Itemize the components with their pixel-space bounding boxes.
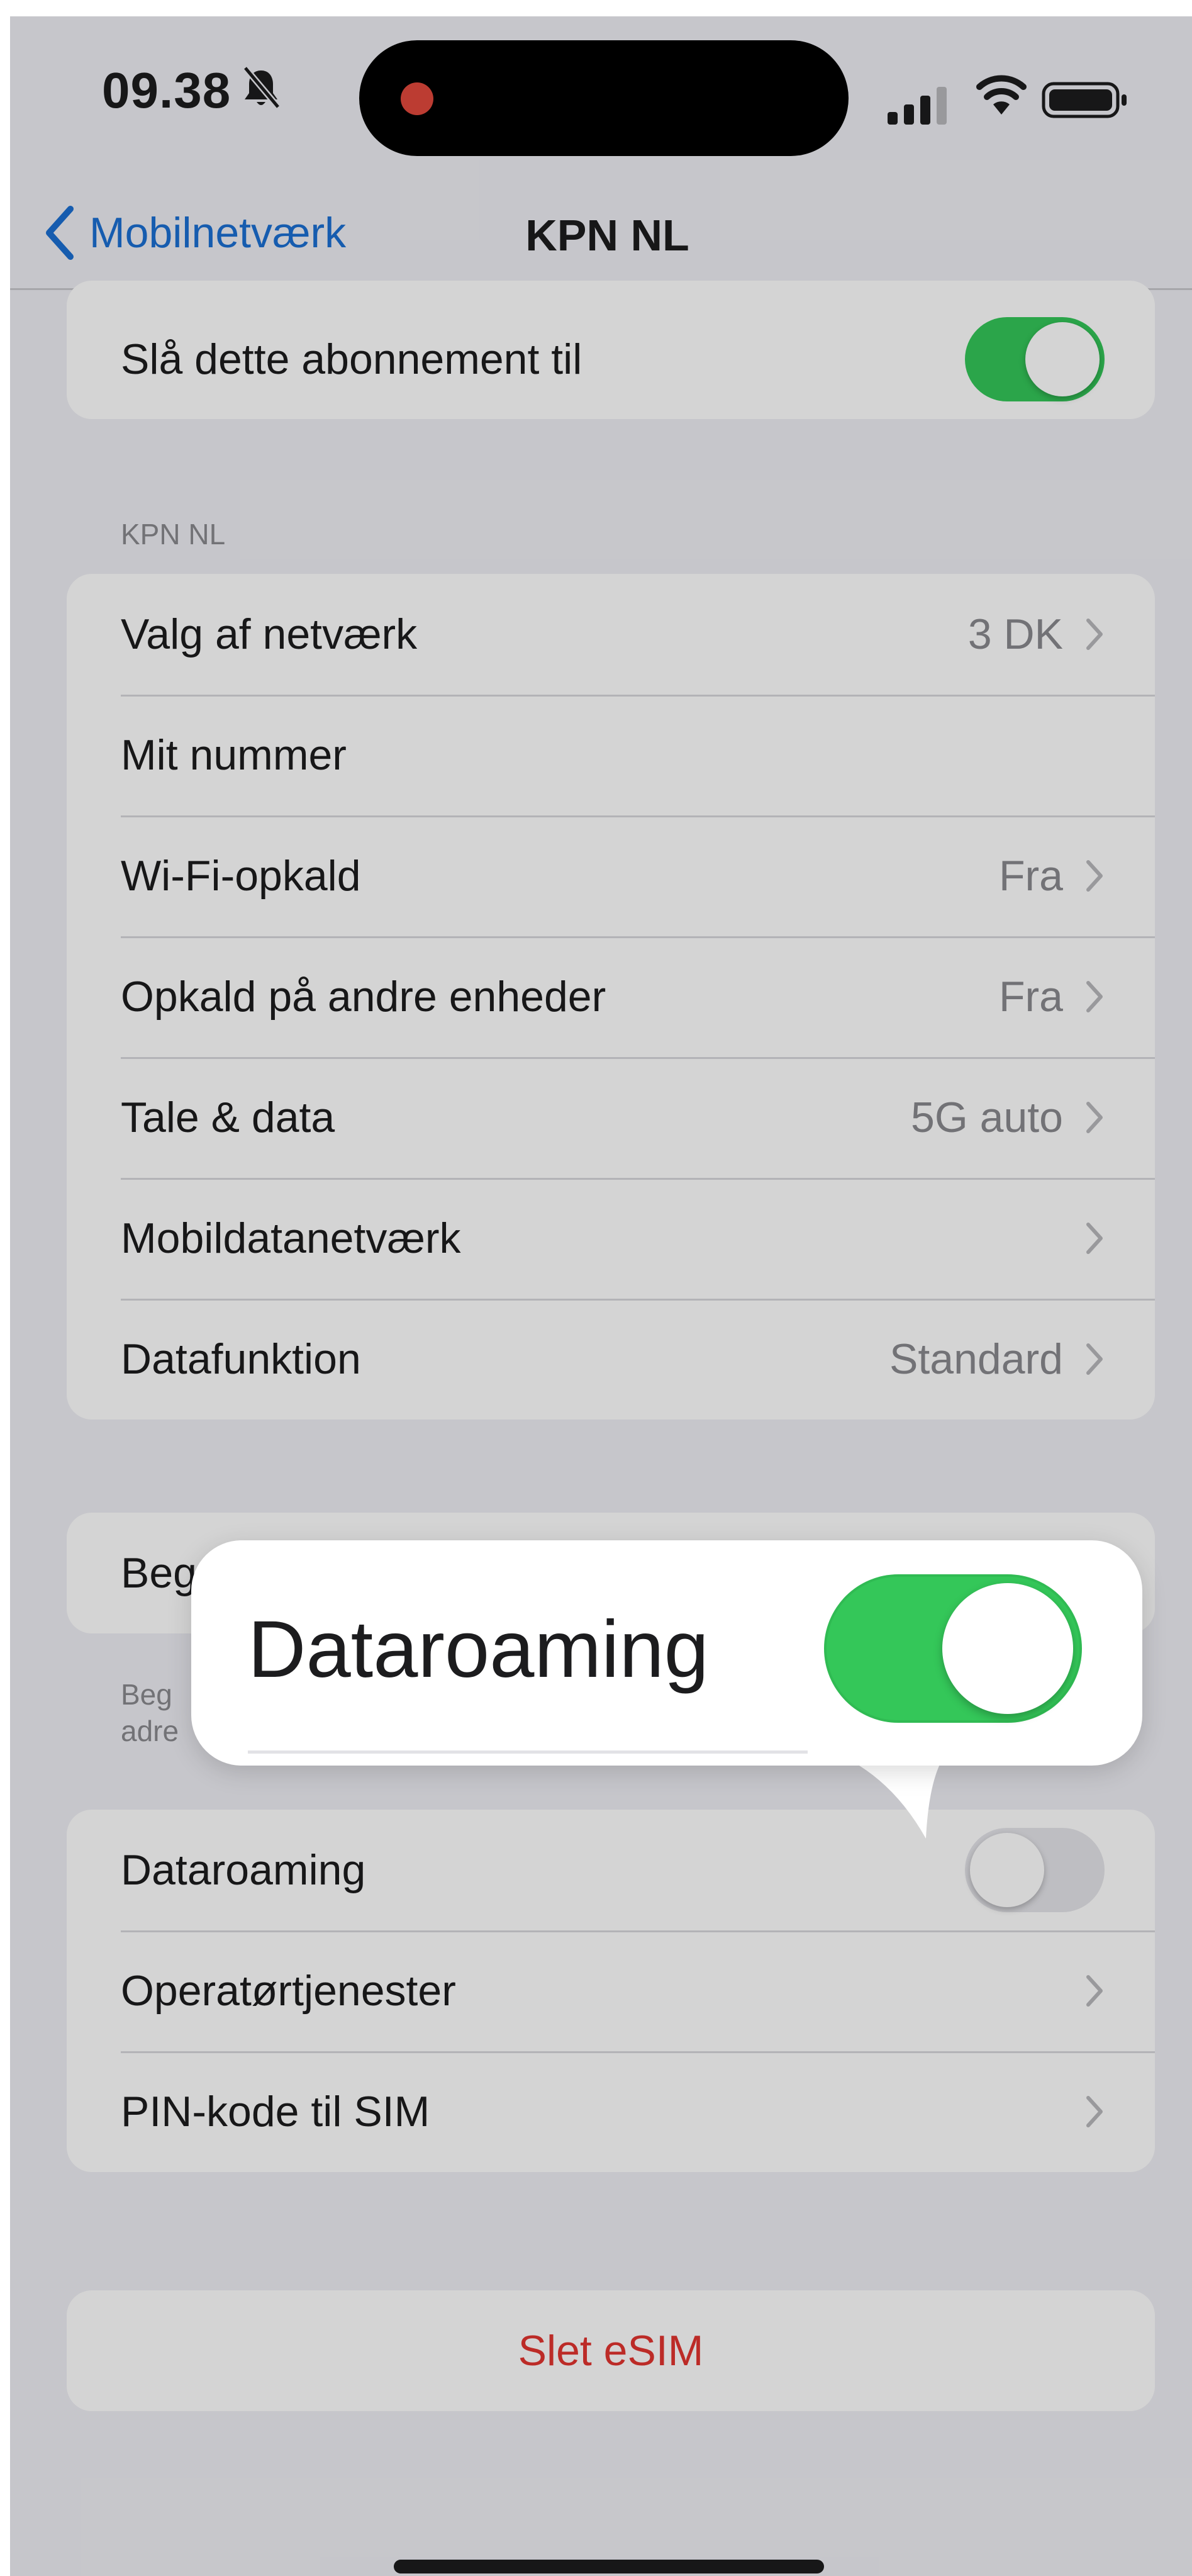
page-title: KPN NL: [525, 211, 689, 260]
callout-toggle: [824, 1574, 1082, 1723]
roaming-group: Dataroaming Operatørtjenester PIN-kode t…: [67, 1810, 1155, 2172]
row-label: Tale & data: [121, 1094, 335, 1141]
row-label: Slå dette abonnement til: [121, 335, 582, 383]
dynamic-island: [359, 40, 849, 156]
settings-row-data-mode[interactable]: Datafunktion Standard: [67, 1299, 1155, 1420]
settings-row-my-number[interactable]: Mit nummer: [67, 695, 1155, 815]
subscription-toggle-row: Slå dette abonnement til: [67, 281, 1155, 419]
row-label: Operatørtjenester: [121, 1967, 456, 2015]
chevron-right-icon: [1086, 860, 1103, 892]
status-time: 09.38: [102, 62, 231, 118]
row-value: 3 DK: [967, 610, 1063, 658]
row-value: Fra: [999, 852, 1063, 900]
callout-pointer: [853, 1762, 941, 1839]
recording-dot-icon: [401, 82, 433, 115]
wifi-icon: [976, 75, 1027, 115]
row-value: Standard: [889, 1335, 1063, 1383]
data-roaming-toggle[interactable]: [965, 1828, 1105, 1912]
row-label: Mobildatanetværk: [121, 1214, 461, 1262]
delete-esim-button[interactable]: Slet eSIM: [67, 2290, 1155, 2411]
cellular-signal-icon: [888, 87, 947, 125]
section-header: KPN NL: [121, 518, 226, 551]
chevron-right-icon: [1086, 619, 1103, 650]
settings-row-carrier-services[interactable]: Operatørtjenester: [67, 1930, 1155, 2051]
row-label: Mit nummer: [121, 731, 347, 779]
carrier-settings-group: Valg af netværk 3 DK Mit nummer Wi-Fi-op…: [67, 574, 1155, 1420]
chevron-right-icon: [1086, 1102, 1103, 1133]
settings-row-voice-data[interactable]: Tale & data 5G auto: [67, 1057, 1155, 1178]
chevron-right-icon: [1086, 2096, 1103, 2127]
settings-row-network-selection[interactable]: Valg af netværk 3 DK: [67, 574, 1155, 695]
subscription-toggle[interactable]: [965, 317, 1105, 401]
subscription-group: Slå dette abonnement til: [67, 281, 1155, 419]
chevron-right-icon: [1086, 1343, 1103, 1375]
chevron-right-icon: [1086, 1975, 1103, 2007]
row-label: PIN-kode til SIM: [121, 2088, 430, 2136]
delete-label: Slet eSIM: [518, 2327, 704, 2375]
row-label: Wi-Fi-opkald: [121, 852, 361, 900]
home-indicator[interactable]: [394, 2560, 824, 2573]
settings-row-mobile-data-network[interactable]: Mobildatanetværk: [67, 1178, 1155, 1299]
settings-row-calls-other-devices[interactable]: Opkald på andre enheder Fra: [67, 936, 1155, 1057]
row-label: Datafunktion: [121, 1335, 361, 1383]
row-label: Valg af netværk: [121, 610, 418, 658]
settings-row-sim-pin[interactable]: PIN-kode til SIM: [67, 2051, 1155, 2172]
battery-icon: [1042, 82, 1127, 118]
zoom-callout: Dataroaming: [191, 1540, 1142, 1766]
chevron-right-icon: [1086, 1223, 1103, 1254]
bell-slash-icon: [243, 67, 281, 108]
chevron-right-icon: [1086, 981, 1103, 1012]
settings-row-wifi-calling[interactable]: Wi-Fi-opkald Fra: [67, 815, 1155, 936]
callout-divider: [248, 1750, 808, 1754]
row-label: Dataroaming: [121, 1846, 366, 1894]
phone-screen: 09.38 Mobilnetværk KPN NL Slå dette abon…: [10, 16, 1192, 2576]
row-value: Fra: [999, 973, 1063, 1021]
settings-row-data-roaming: Dataroaming: [67, 1810, 1155, 1930]
callout-label: Dataroaming: [248, 1604, 709, 1694]
row-label: Opkald på andre enheder: [121, 973, 606, 1021]
row-value: 5G auto: [911, 1094, 1063, 1141]
